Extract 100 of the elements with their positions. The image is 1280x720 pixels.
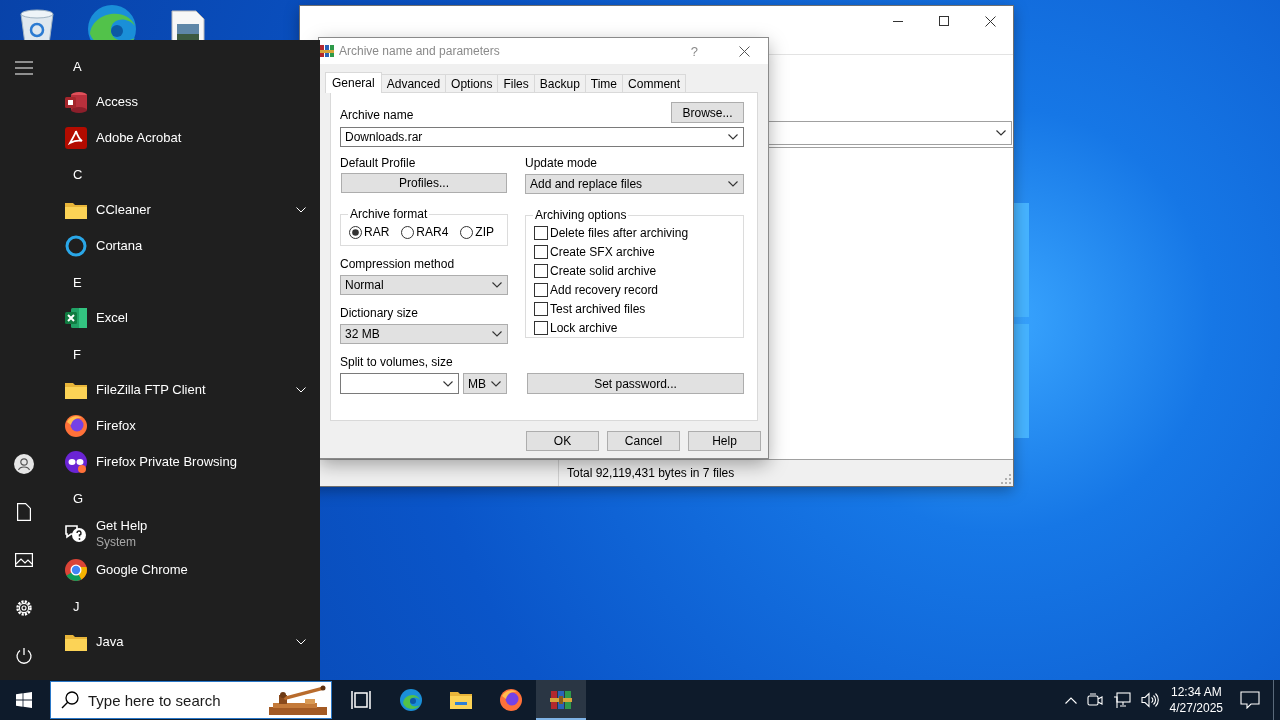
- app-list-item[interactable]: CCleaner: [48, 192, 320, 228]
- search-input[interactable]: Type here to search: [88, 691, 256, 709]
- dialog-title: Archive name and parameters: [339, 44, 501, 58]
- dropdown[interactable]: Add and replace files: [525, 174, 744, 194]
- clock-time: 12:34 AM: [1170, 684, 1222, 700]
- chevron-down-icon: [491, 380, 501, 387]
- chevron-down-icon: [296, 207, 306, 213]
- image-file-icon: [171, 10, 205, 42]
- help-button[interactable]: ?: [690, 43, 698, 59]
- books-icon: [549, 688, 573, 712]
- profiles-button[interactable]: Profiles...: [341, 173, 507, 193]
- checkbox-label: Lock archive: [550, 321, 618, 335]
- app-list-item[interactable]: Excel: [48, 300, 320, 336]
- app-list-item[interactable]: Cortana: [48, 228, 320, 264]
- radio-label: RAR: [364, 225, 390, 239]
- clock-date: 4/27/2025: [1169, 700, 1223, 716]
- close-icon[interactable]: [739, 45, 750, 57]
- field-label: Split to volumes, size: [340, 355, 454, 370]
- checkbox-label: Create SFX archive: [550, 245, 655, 259]
- combo-field[interactable]: [340, 373, 459, 394]
- spreadsheet-icon: [64, 306, 88, 330]
- browser-icon: [64, 414, 88, 438]
- checkbox[interactable]: [534, 302, 548, 316]
- radio-button[interactable]: [349, 225, 362, 239]
- radio-button[interactable]: [401, 225, 415, 239]
- chevron-down-icon: [728, 134, 738, 140]
- chevron-down-icon: [996, 130, 1006, 136]
- checkbox[interactable]: [534, 283, 548, 297]
- chevron-down-icon: [296, 387, 306, 393]
- task-view-icon: [350, 689, 372, 711]
- mask-icon: [64, 450, 88, 474]
- tab[interactable]: General: [325, 72, 382, 93]
- dropdown[interactable]: MB: [463, 373, 507, 394]
- address-field[interactable]: [768, 121, 1012, 145]
- radio-label: ZIP: [475, 225, 495, 239]
- maximize-icon: [939, 16, 949, 26]
- section-letter: J: [73, 598, 80, 614]
- app-list-item[interactable]: Adobe Acrobat: [48, 120, 320, 156]
- browse-button[interactable]: Browse...: [671, 102, 744, 123]
- account-icon: [14, 454, 34, 474]
- app-list-item[interactable]: Firefox Private Browsing: [48, 444, 320, 480]
- field-label: Update mode: [525, 156, 599, 171]
- tab[interactable]: Comment: [622, 74, 687, 92]
- chevron-down-icon: [492, 331, 502, 337]
- dialog-button[interactable]: Help: [688, 431, 761, 451]
- radio-label: RAR4: [416, 225, 449, 239]
- dialog-button[interactable]: OK: [526, 431, 599, 451]
- menu-icon: [15, 61, 33, 75]
- field-label: Default Profile: [340, 156, 417, 171]
- settings-icon: [15, 599, 33, 617]
- dialog-button[interactable]: Cancel: [607, 431, 680, 451]
- checkbox-label: Add recovery record: [550, 283, 659, 297]
- app-list-item[interactable]: Get Help System: [48, 516, 320, 552]
- app-books-icon: [320, 44, 334, 58]
- checkbox[interactable]: [534, 264, 548, 278]
- checkbox[interactable]: [534, 226, 548, 240]
- search-field[interactable]: Type here to search: [50, 681, 332, 719]
- archive-name-field[interactable]: Downloads.rar: [340, 127, 744, 147]
- minimize-icon: [893, 20, 903, 22]
- field-label: Dictionary size: [340, 306, 420, 321]
- app-list-item[interactable]: Google Chrome: [48, 552, 320, 588]
- app-list-item[interactable]: Firefox: [48, 408, 320, 444]
- dropdown[interactable]: Normal: [340, 275, 508, 295]
- chevron-down-icon: [728, 181, 738, 187]
- tab[interactable]: Options: [445, 74, 499, 92]
- checkbox[interactable]: [534, 245, 548, 259]
- notifications-icon: [1240, 691, 1260, 709]
- radio-button[interactable]: [460, 225, 474, 239]
- chevron-down-icon: [443, 380, 453, 387]
- browser-icon: [64, 558, 88, 582]
- group-label: Archiving options: [534, 208, 628, 222]
- resize-grip-icon: [1001, 474, 1011, 484]
- tab[interactable]: Backup: [533, 74, 586, 92]
- pictures-icon: [15, 553, 33, 567]
- status-text: Total 92,119,431 bytes in 7 files: [566, 466, 735, 480]
- camera-icon: [1086, 692, 1103, 708]
- section-letter: C: [73, 166, 83, 182]
- section-letter: E: [73, 274, 82, 290]
- search-icon: [61, 691, 79, 709]
- four-panes-icon: [16, 692, 32, 708]
- dropdown[interactable]: 32 MB: [340, 324, 508, 344]
- browser-icon: [399, 688, 423, 712]
- checkbox[interactable]: [534, 321, 548, 335]
- browser-icon: [499, 688, 523, 712]
- checkbox-label: Delete files after archiving: [550, 226, 689, 240]
- taskbar-button[interactable]: [536, 680, 586, 720]
- network-icon: [1112, 692, 1131, 708]
- checkbox-label: Create solid archive: [550, 264, 657, 278]
- section-letter: G: [73, 490, 84, 506]
- section-letter: F: [73, 346, 81, 362]
- documents-icon: [17, 503, 31, 521]
- app-list-item[interactable]: Access: [48, 84, 320, 120]
- app-list-item[interactable]: FileZilla FTP Client: [48, 372, 320, 408]
- app-list-item[interactable]: Java: [48, 624, 320, 660]
- database-icon: [64, 90, 88, 114]
- section-letter: A: [73, 58, 82, 74]
- checkbox-label: Test archived files: [550, 302, 646, 316]
- chevron-down-icon: [492, 282, 502, 288]
- set-password-button[interactable]: Set password...: [527, 373, 744, 394]
- power-icon: [15, 647, 33, 665]
